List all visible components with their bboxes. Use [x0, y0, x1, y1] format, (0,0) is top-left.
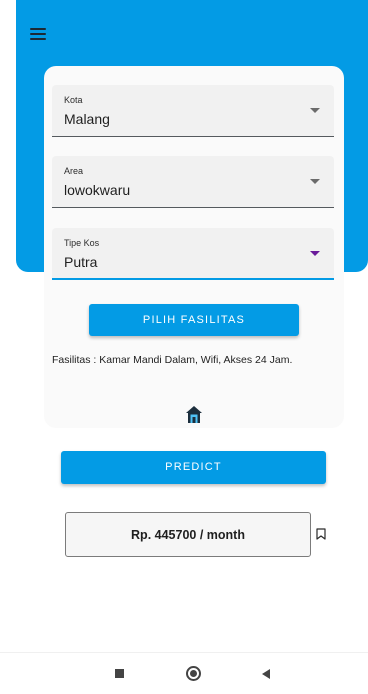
area-dropdown[interactable]: Area lowokwaru — [52, 156, 334, 208]
area-value: lowokwaru — [64, 182, 131, 198]
predict-button[interactable]: PREDICT — [61, 451, 326, 484]
app-screen: Kota Malang Area lowokwaru Tipe Kos Putr… — [0, 0, 368, 694]
tipe-kos-dropdown[interactable]: Tipe Kos Putra — [52, 228, 334, 280]
chevron-down-icon — [310, 108, 320, 113]
prediction-result: Rp. 445700 / month — [65, 512, 311, 557]
home-icon — [186, 406, 202, 423]
area-label: Area — [64, 166, 84, 176]
chevron-down-icon — [310, 251, 320, 256]
tipe-kos-label: Tipe Kos — [64, 238, 100, 248]
tipe-kos-value: Putra — [64, 254, 98, 270]
pilih-fasilitas-button[interactable]: PILIH FASILITAS — [89, 304, 299, 336]
home-circle-icon[interactable] — [186, 666, 201, 681]
chevron-down-icon — [310, 179, 320, 184]
hamburger-menu-icon[interactable] — [28, 26, 50, 42]
bookmark-icon[interactable] — [316, 528, 326, 540]
kota-label: Kota — [64, 95, 83, 105]
kota-value: Malang — [64, 111, 110, 127]
back-triangle-icon[interactable] — [262, 669, 270, 679]
fasilitas-text: Fasilitas : Kamar Mandi Dalam, Wifi, Aks… — [52, 354, 293, 366]
system-navigation-bar — [0, 652, 368, 694]
kota-dropdown[interactable]: Kota Malang — [52, 85, 334, 137]
recents-square-icon[interactable] — [115, 669, 124, 678]
